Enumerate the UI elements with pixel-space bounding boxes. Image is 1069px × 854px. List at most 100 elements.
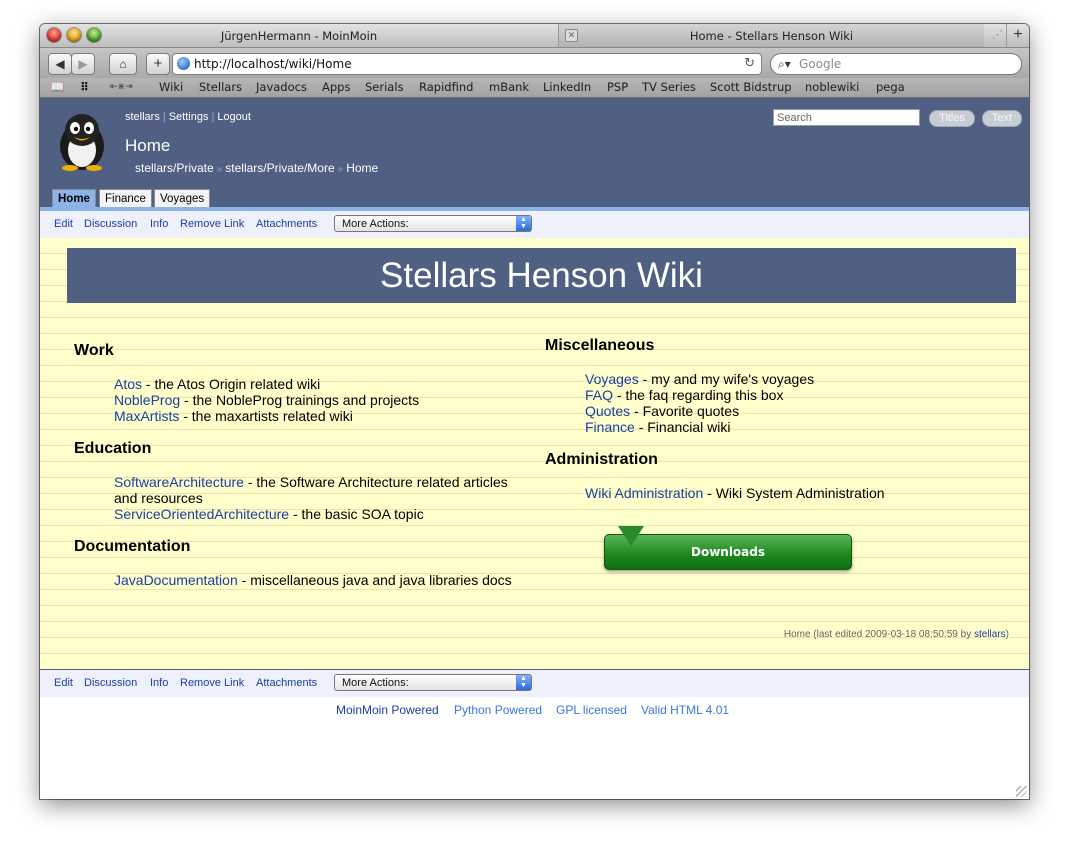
page-link[interactable]: ServiceOrientedArchitecture (114, 506, 289, 522)
remove-link-link[interactable]: Remove Link (180, 218, 244, 230)
list-item: Voyages - my and my wife's voyages (585, 371, 814, 387)
bookmark-tv-series[interactable]: TV Series (642, 80, 696, 94)
titles-button[interactable]: Titles (929, 110, 975, 127)
text-button[interactable]: Text (982, 110, 1022, 127)
discussion-link[interactable]: Discussion (84, 677, 137, 689)
page-link[interactable]: Wiki Administration (585, 485, 703, 501)
select-arrows-icon: ▲ ▼ (516, 675, 531, 690)
breadcrumb-item[interactable]: stellars/Private (135, 161, 214, 175)
logout-link[interactable]: Logout (217, 111, 251, 123)
bookmark-apps[interactable]: Apps (322, 80, 350, 94)
bookmark-scott-bidstrup[interactable]: Scott Bidstrup (710, 80, 792, 94)
nav-tab-finance[interactable]: Finance (99, 189, 152, 208)
bookmark-linkedin[interactable]: LinkedIn (543, 80, 591, 94)
breadcrumb-item[interactable]: stellars/Private/More (225, 161, 334, 175)
globe-icon (177, 57, 190, 70)
reload-icon[interactable]: ↻ (744, 54, 755, 74)
link-description: - Wiki System Administration (703, 485, 885, 501)
list-item: NobleProg - the NobleProg trainings and … (114, 392, 419, 408)
browser-window: JürgenHermann - MoinMoin Home - Stellars… (40, 24, 1029, 799)
breadcrumb-item[interactable]: Home (346, 161, 378, 175)
add-bookmark-icon[interactable]: + (146, 53, 170, 75)
link-description: - Financial wiki (634, 419, 731, 435)
bookmark-wiki[interactable]: Wiki (159, 80, 183, 94)
page-link[interactable]: Voyages (585, 371, 639, 387)
bookmarklet-icon[interactable]: ⇤⋇⇥ (110, 82, 133, 92)
page-link[interactable]: FAQ (585, 387, 613, 403)
edit-bar-top: Edit Discussion Info Remove Link Attachm… (40, 211, 1029, 239)
list-item: MaxArtists - the maxartists related wiki (114, 408, 353, 424)
page-link[interactable]: MaxArtists (114, 408, 179, 424)
home-icon[interactable]: ⌂ (109, 53, 137, 75)
attachments-link[interactable]: Attachments (256, 218, 317, 230)
address-bar[interactable]: http://localhost/wiki/Home ↻ (172, 53, 762, 75)
wiki-banner-title: Stellars Henson Wiki (67, 248, 1016, 303)
close-tab-icon[interactable]: ✕ (565, 29, 578, 42)
page-link[interactable]: NobleProg (114, 392, 180, 408)
discussion-link[interactable]: Discussion (84, 218, 137, 230)
nav-tab-home[interactable]: Home (52, 189, 96, 208)
attachments-link[interactable]: Attachments (256, 677, 317, 689)
settings-link[interactable]: Settings (169, 111, 209, 123)
gpl-licensed-link[interactable]: GPL licensed (556, 703, 627, 717)
more-actions-label: More Actions: (342, 218, 409, 230)
moinmoin-powered-link[interactable]: MoinMoin Powered (336, 703, 439, 717)
remove-link-link[interactable]: Remove Link (180, 677, 244, 689)
python-powered-link[interactable]: Python Powered (454, 703, 542, 717)
forward-icon[interactable]: ▶ (71, 53, 95, 75)
page-info-text: Home (last edited 2009-03-18 08:50:59 by (783, 629, 974, 640)
list-item: ServiceOrientedArchitecture - the basic … (114, 506, 424, 522)
bookmark-stellars[interactable]: Stellars (199, 80, 242, 94)
book-icon[interactable]: 📖 (50, 80, 64, 94)
browser-tab-2[interactable]: Home - Stellars Henson Wiki (558, 24, 984, 47)
more-actions-select[interactable]: More Actions: ▲ ▼ (334, 215, 532, 232)
info-link[interactable]: Info (150, 677, 168, 689)
last-editor-link[interactable]: stellars (974, 629, 1006, 640)
valid-html-link[interactable]: Valid HTML 4.01 (641, 703, 729, 717)
new-tab-button[interactable]: + (1006, 24, 1029, 47)
wiki-search-input[interactable]: Search (773, 109, 920, 126)
page-link[interactable]: JavaDocumentation (114, 572, 238, 588)
bookmark-mbank[interactable]: mBank (489, 80, 529, 94)
user-links: stellars | Settings | Logout (125, 111, 251, 123)
separator: | (162, 111, 166, 123)
list-item: SoftwareArchitecture - the Software Arch… (114, 474, 534, 506)
bookmark-noblewiki[interactable]: noblewiki (805, 80, 859, 94)
edit-link[interactable]: Edit (54, 218, 73, 230)
user-link-stellars[interactable]: stellars (125, 111, 160, 123)
link-description: - the NobleProg trainings and projects (180, 392, 420, 408)
bookmark-serials[interactable]: Serials (365, 80, 404, 94)
page-link[interactable]: Finance (585, 419, 635, 435)
bookmark-rapidfind[interactable]: Rapidfind (419, 80, 473, 94)
resize-grip-icon[interactable] (1016, 786, 1027, 797)
nav-tab-voyages[interactable]: Voyages (154, 189, 211, 208)
penguin-logo-icon[interactable] (54, 110, 110, 172)
bookmark-pega[interactable]: pega (876, 80, 905, 94)
separator: | (211, 111, 215, 123)
section-heading-education: Education (74, 440, 152, 457)
edit-link[interactable]: Edit (54, 677, 73, 689)
list-item: Quotes - Favorite quotes (585, 403, 739, 419)
section-heading-documentation: Documentation (74, 538, 191, 555)
page-info: Home (last edited 2009-03-18 08:50:59 by… (784, 629, 1009, 640)
more-actions-select[interactable]: More Actions: ▲ ▼ (334, 674, 532, 691)
browser-search-placeholder: Google (799, 57, 842, 71)
section-heading-administration: Administration (545, 451, 658, 468)
list-item: JavaDocumentation - miscellaneous java a… (114, 572, 512, 588)
list-item: FAQ - the faq regarding this box (585, 387, 783, 403)
grid-icon[interactable]: ⠿ (80, 80, 89, 94)
list-item: Finance - Financial wiki (585, 419, 731, 435)
select-arrows-icon: ▲ ▼ (516, 216, 531, 231)
page-info-suffix: ) (1005, 629, 1009, 640)
page-link[interactable]: SoftwareArchitecture (114, 474, 244, 490)
page-link[interactable]: Atos (114, 376, 142, 392)
browser-tab-1[interactable]: JürgenHermann - MoinMoin (40, 24, 558, 47)
bookmark-psp[interactable]: PSP (607, 80, 628, 94)
section-heading-miscellaneous: Miscellaneous (545, 337, 655, 354)
page-title[interactable]: Home (125, 136, 170, 156)
info-link[interactable]: Info (150, 218, 168, 230)
bookmark-javadocs[interactable]: Javadocs (256, 80, 307, 94)
page-link[interactable]: Quotes (585, 403, 630, 419)
browser-search-field[interactable]: ⌕▾ Google (770, 53, 1022, 75)
back-icon[interactable]: ◀ (48, 53, 72, 75)
